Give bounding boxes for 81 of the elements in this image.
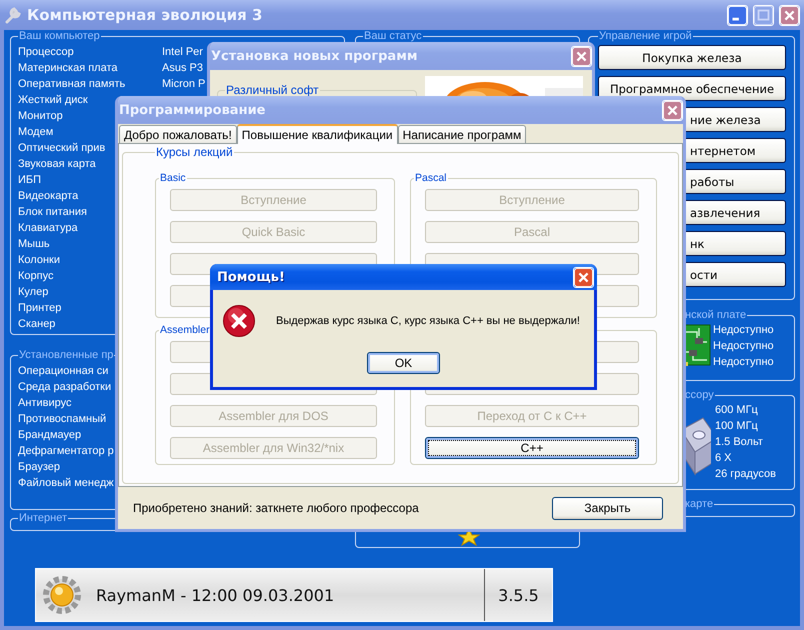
menu-button[interactable]: ости [686,262,786,287]
hardware-label: Модем [18,125,54,140]
software-label: Браузер [18,460,60,475]
status-value: Недоступно [713,339,774,354]
status-text: Приобретено знаний: заткнете любого профессора [133,501,420,515]
processor-value: 100 МГц [715,419,758,434]
close-icon[interactable] [779,4,800,26]
group-label: ссору [685,389,714,401]
hardware-value: Intel Per [162,45,203,60]
hardware-label: Мышь [18,237,50,252]
version-label: 3.5.5 [484,569,552,621]
software-label: Файловый менедж [18,476,114,491]
close-button[interactable]: Закрыть [552,496,663,520]
group-label: Pascal [415,172,447,184]
hardware-label: Видеокарта [18,189,78,204]
group-label: Basic [160,172,186,184]
hardware-label: Материнская плата [18,61,118,76]
close-icon[interactable] [573,266,594,288]
menu-button[interactable]: нк [686,231,786,256]
processor-value: 26 градусов [715,467,776,482]
hardware-label: Принтер [18,301,62,316]
tab[interactable]: Написание программ [398,125,526,143]
course-button[interactable]: C++ [425,437,639,459]
hardware-value: Micron P [162,77,206,92]
hardware-label: Звуковая карта [18,157,96,172]
user-time-label: RaymanM - 12:00 09.03.2001 [96,586,336,604]
close-icon[interactable] [571,46,592,66]
minimize-icon[interactable] [727,4,748,26]
software-label: Противоспамный [18,412,106,427]
menu-button[interactable]: работы [686,169,786,194]
dialog-title: Помощь! [217,270,286,284]
group-label: Интернет [19,512,67,524]
menu-button[interactable]: Программное обеспечение [598,76,786,101]
software-label: Брандмауер [18,428,82,443]
group-label: Ваш компьютер [19,30,100,42]
software-label: Дефрагментатор р [18,444,114,459]
software-label: Среда разработки [18,380,112,395]
maximize-icon[interactable] [753,4,774,26]
hardware-label: Клавиатура [18,221,78,236]
hardware-label: Оптический прив [18,141,106,156]
group-label: карте [685,498,714,510]
ok-button[interactable]: OK [367,352,440,374]
tab[interactable]: Добро пожаловать! [119,125,237,143]
group-label: нской плате [685,309,746,321]
menu-button[interactable]: Покупка железа [598,45,786,70]
hardware-label: ИБП [18,173,42,188]
processor-value: 6 X [715,451,732,466]
hardware-label: Сканер [18,317,56,332]
hardware-label: Оперативная память [18,77,126,92]
processor-value: 1.5 Вольт [715,435,763,450]
status-value: Недоступно [713,323,774,338]
wrench-icon [4,6,22,24]
software-label: Операционная си [18,364,108,379]
hardware-label: Жесткий диск [18,93,88,108]
hardware-label: Колонки [18,253,60,268]
error-icon [222,304,256,338]
group-label: Различный софт [226,83,319,97]
hardware-label: Процессор [18,45,74,60]
hardware-label: Монитор [18,109,63,124]
group-label: Assembler [160,324,210,336]
menu-button[interactable]: нтернетом [686,138,786,163]
group-label: Управление игрой [599,30,692,42]
hardware-label: Кулер [18,285,48,300]
group-label: Установленные пр [19,349,114,361]
hardware-value: Asus P3 [162,61,203,76]
window-title: Компьютерная эволюция 3 [27,6,264,24]
window-title: Программирование [119,102,266,118]
tab[interactable]: Повышение квалификации [236,124,398,144]
error-message: Выдержав курс языка C, курс языка C++ вы не выдержали! [276,315,580,327]
menu-button[interactable]: ние железа [686,107,786,132]
window-title: Установка новых программ [211,48,418,64]
hardware-label: Блок питания [18,205,87,220]
group-label: Ваш статус [364,30,422,42]
processor-value: 600 МГц [715,403,758,418]
hardware-label: Корпус [18,269,54,284]
gear-icon [42,575,82,615]
close-icon[interactable] [662,100,683,120]
menu-button[interactable]: азвлечения [686,200,786,225]
status-value: Недоступно [713,355,774,370]
group-label: Курсы лекций [156,145,233,159]
software-label: Антивирус [18,396,72,411]
